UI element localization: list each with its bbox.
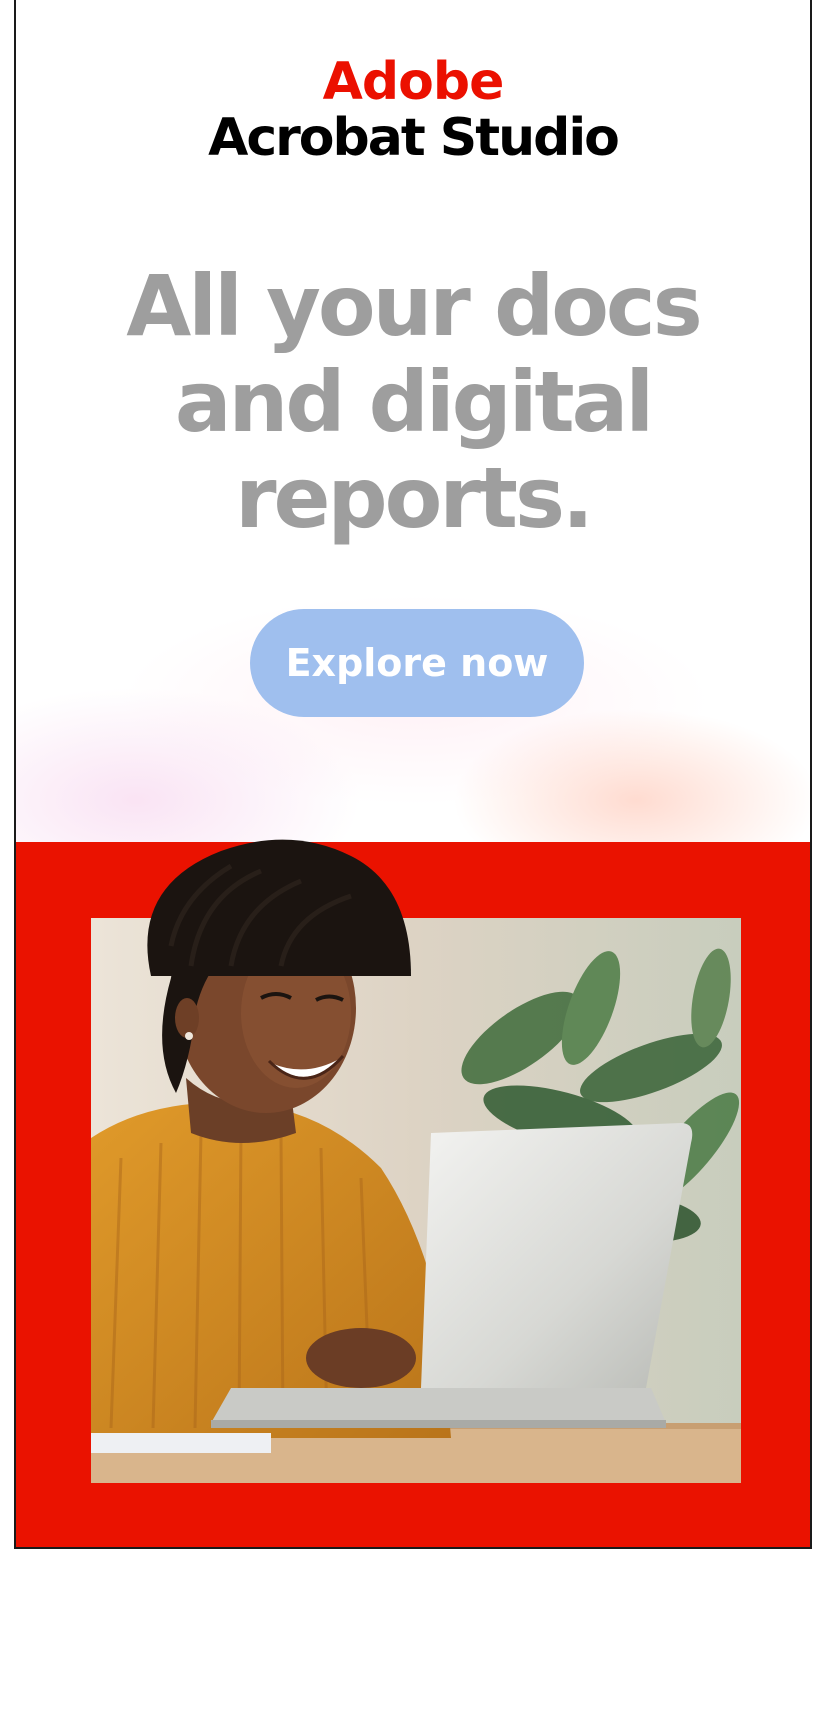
hair-overflow-illustration [147, 839, 411, 976]
product-name: Acrobat Studio [208, 108, 620, 168]
ad-top-section: Adobe Acrobat Studio All your docs and d… [16, 0, 810, 842]
headline-line: All your docs [126, 257, 702, 355]
hero-photo-illustration [91, 918, 741, 1483]
ad-banner[interactable]: Adobe Acrobat Studio All your docs and d… [14, 0, 812, 1549]
headline-line: and digital [174, 353, 654, 451]
brand-lockup: Adobe Acrobat Studio [16, 52, 810, 168]
headline-line: reports. [235, 449, 594, 547]
hero-photo [91, 918, 741, 1483]
explore-now-button[interactable]: Explore now [250, 609, 584, 717]
adobe-wordmark: Adobe [322, 52, 505, 112]
headline: All your docs and digital reports. [16, 258, 810, 546]
